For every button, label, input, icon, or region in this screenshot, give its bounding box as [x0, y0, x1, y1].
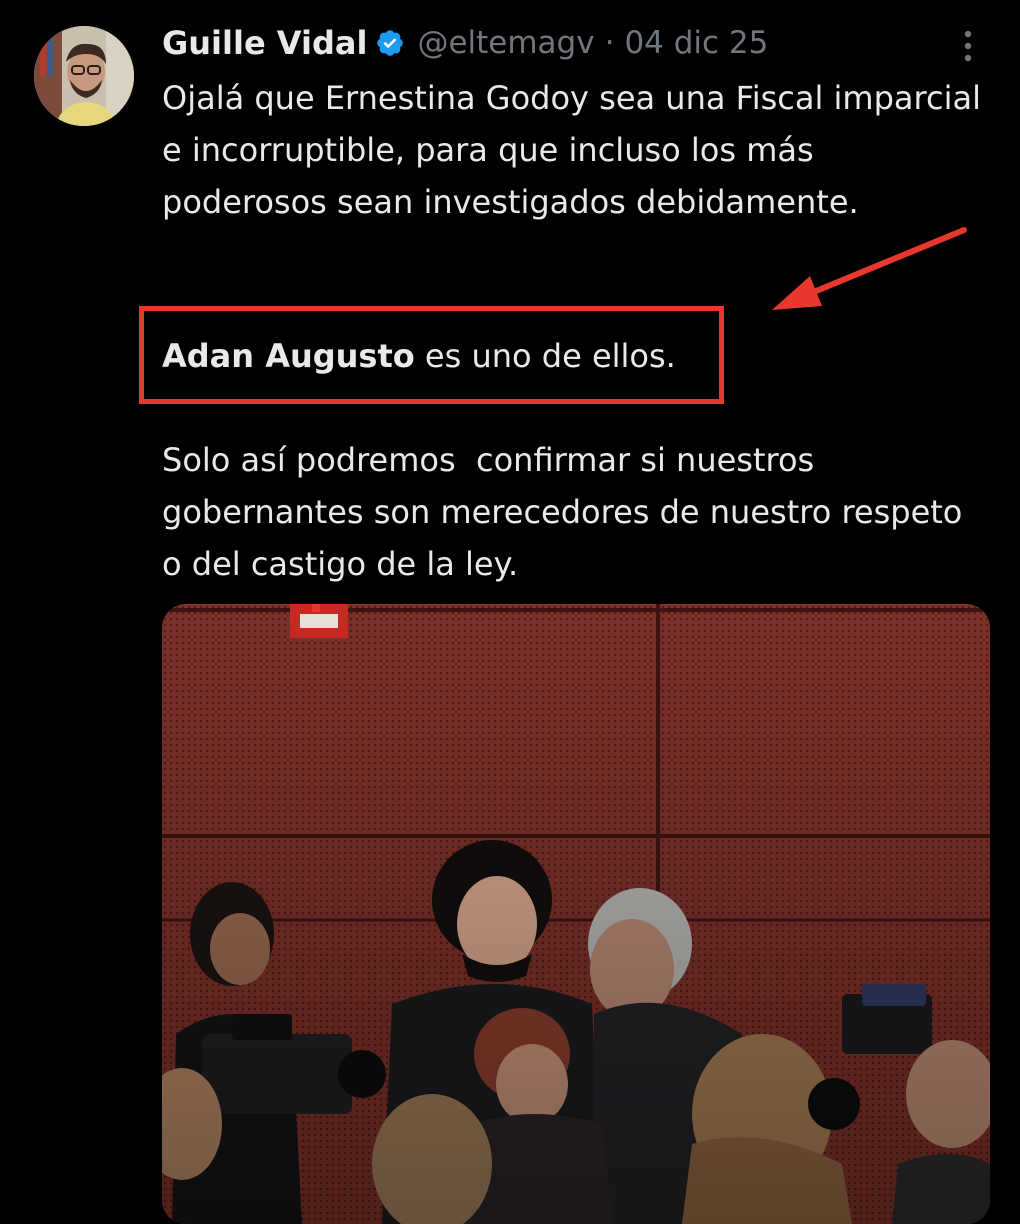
- verified-badge-icon: [375, 28, 405, 58]
- author-handle[interactable]: @eltemagv: [417, 25, 594, 61]
- avatar-photo: [34, 26, 134, 126]
- more-options-icon[interactable]: [952, 26, 984, 66]
- tweet-header: Guille Vidal @eltemagv · 04 dic 25: [162, 20, 768, 66]
- tweet[interactable]: Guille Vidal @eltemagv · 04 dic 25 Ojalá…: [0, 0, 1020, 1224]
- annotation-arrow-icon: [772, 227, 967, 310]
- tweet-text-paragraph-1: Ojalá que Ernestina Godoy sea una Fiscal…: [162, 79, 992, 221]
- tweet-text-paragraph-3: Solo así podremos confirmar si nuestros …: [162, 441, 973, 583]
- annotation-highlight-box: [139, 306, 724, 404]
- author-avatar[interactable]: [34, 26, 134, 126]
- author-display-name[interactable]: Guille Vidal: [162, 24, 367, 62]
- photo-illustration: [162, 604, 990, 1224]
- header-separator: ·: [604, 25, 615, 61]
- tweet-media-photo[interactable]: [162, 604, 990, 1224]
- tweet-date[interactable]: 04 dic 25: [624, 25, 768, 61]
